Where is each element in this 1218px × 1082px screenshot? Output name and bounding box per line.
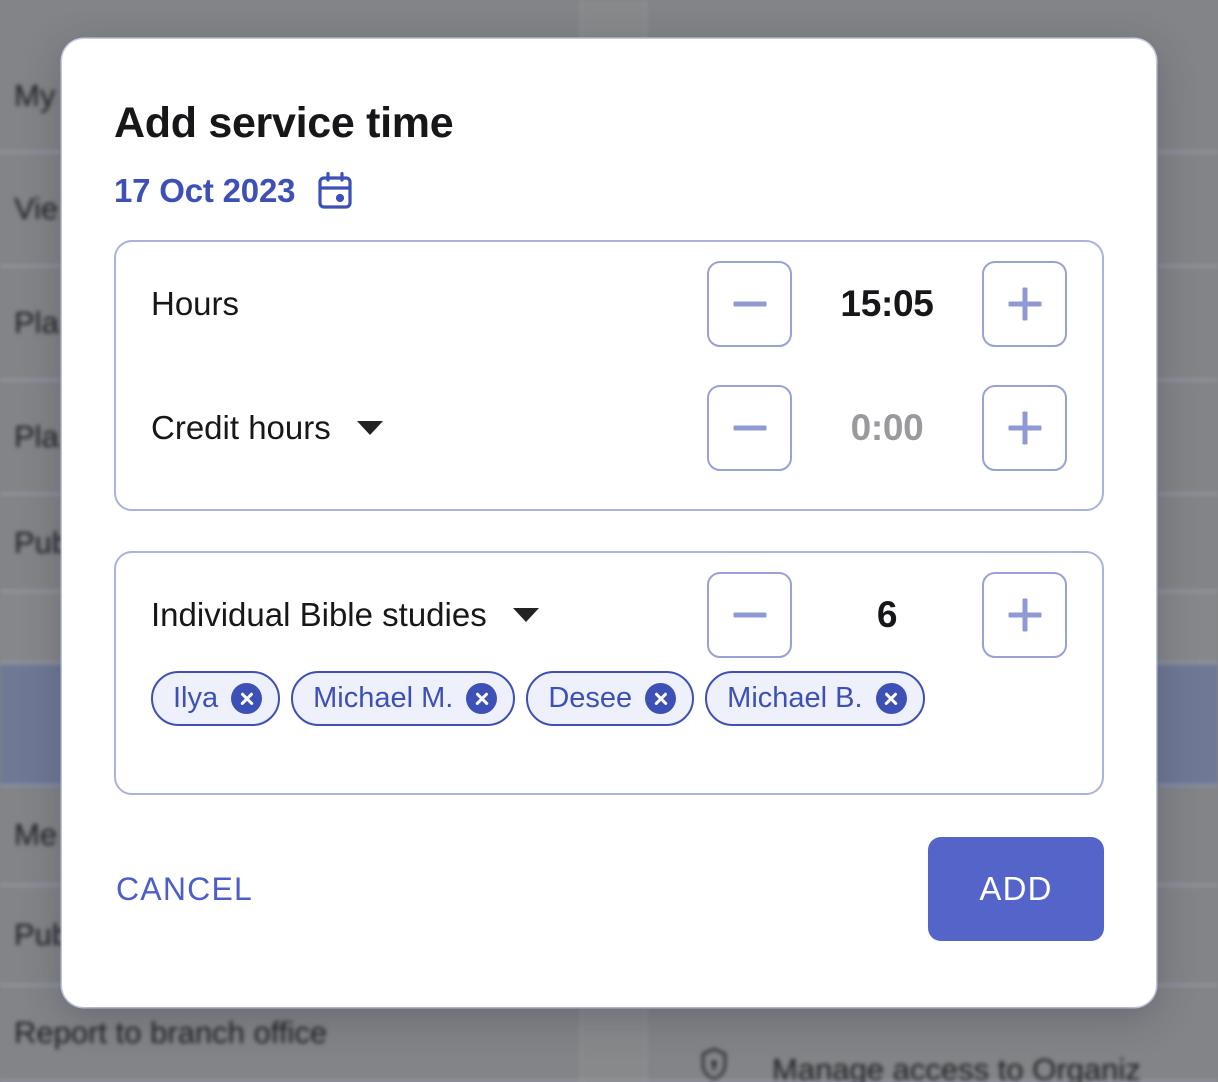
credit-hours-value[interactable]: 0:00	[792, 407, 982, 449]
add-service-time-dialog: Add service time 17 Oct 2023 Hours 15:05	[62, 39, 1156, 1007]
hours-label: Hours	[151, 285, 240, 323]
dialog-footer: CANCEL ADD	[114, 837, 1104, 942]
student-chip-list: Ilya Michael M. Desee Michael B.	[151, 671, 1067, 727]
bible-studies-label-wrap[interactable]: Individual Bible studies	[151, 596, 707, 634]
add-button[interactable]: ADD	[928, 837, 1104, 942]
student-chip[interactable]: Michael B.	[705, 671, 925, 727]
close-icon[interactable]	[231, 683, 263, 715]
hours-increment-button[interactable]	[982, 261, 1067, 348]
calendar-icon	[318, 172, 352, 209]
credit-hours-row: Credit hours 0:00	[151, 366, 1067, 490]
cancel-button[interactable]: CANCEL	[114, 861, 255, 918]
hours-stepper: 15:05	[707, 261, 1067, 348]
chevron-down-icon[interactable]	[512, 608, 539, 623]
hours-decrement-button[interactable]	[707, 261, 792, 348]
date-picker-trigger[interactable]: 17 Oct 2023	[114, 172, 353, 210]
bible-studies-increment-button[interactable]	[982, 572, 1067, 659]
bible-studies-decrement-button[interactable]	[707, 572, 792, 659]
dialog-title: Add service time	[114, 99, 454, 147]
student-chip[interactable]: Desee	[526, 671, 695, 727]
close-icon[interactable]	[645, 683, 677, 715]
credit-hours-stepper: 0:00	[707, 385, 1067, 472]
bible-studies-value[interactable]: 6	[792, 594, 982, 636]
selected-date-label: 17 Oct 2023	[114, 172, 296, 210]
student-chip-label: Michael B.	[727, 682, 863, 715]
hours-value[interactable]: 15:05	[792, 283, 982, 325]
student-chip-label: Michael M.	[313, 682, 454, 715]
hours-label-wrap: Hours	[151, 285, 707, 323]
bible-studies-card: Individual Bible studies 6 Ilya Michael M…	[114, 551, 1104, 796]
bible-studies-row: Individual Bible studies 6	[151, 553, 1067, 677]
close-icon[interactable]	[466, 683, 498, 715]
screen: My Vie Pla Pla Pub Me Pub Report to branch offi…	[0, 0, 1218, 1082]
hours-card: Hours 15:05 Credit hours 0:00	[114, 240, 1104, 512]
credit-hours-increment-button[interactable]	[982, 385, 1067, 472]
close-icon[interactable]	[875, 683, 907, 715]
chevron-down-icon[interactable]	[356, 421, 383, 436]
bible-studies-label: Individual Bible studies	[151, 596, 487, 634]
student-chip[interactable]: Michael M.	[291, 671, 516, 727]
student-chip-label: Desee	[548, 682, 633, 715]
credit-hours-label: Credit hours	[151, 409, 331, 447]
credit-hours-decrement-button[interactable]	[707, 385, 792, 472]
credit-hours-label-wrap[interactable]: Credit hours	[151, 409, 707, 447]
student-chip[interactable]: Ilya	[151, 671, 281, 727]
student-chip-label: Ilya	[173, 682, 219, 715]
hours-row: Hours 15:05	[151, 242, 1067, 366]
bible-studies-stepper: 6	[707, 572, 1067, 659]
